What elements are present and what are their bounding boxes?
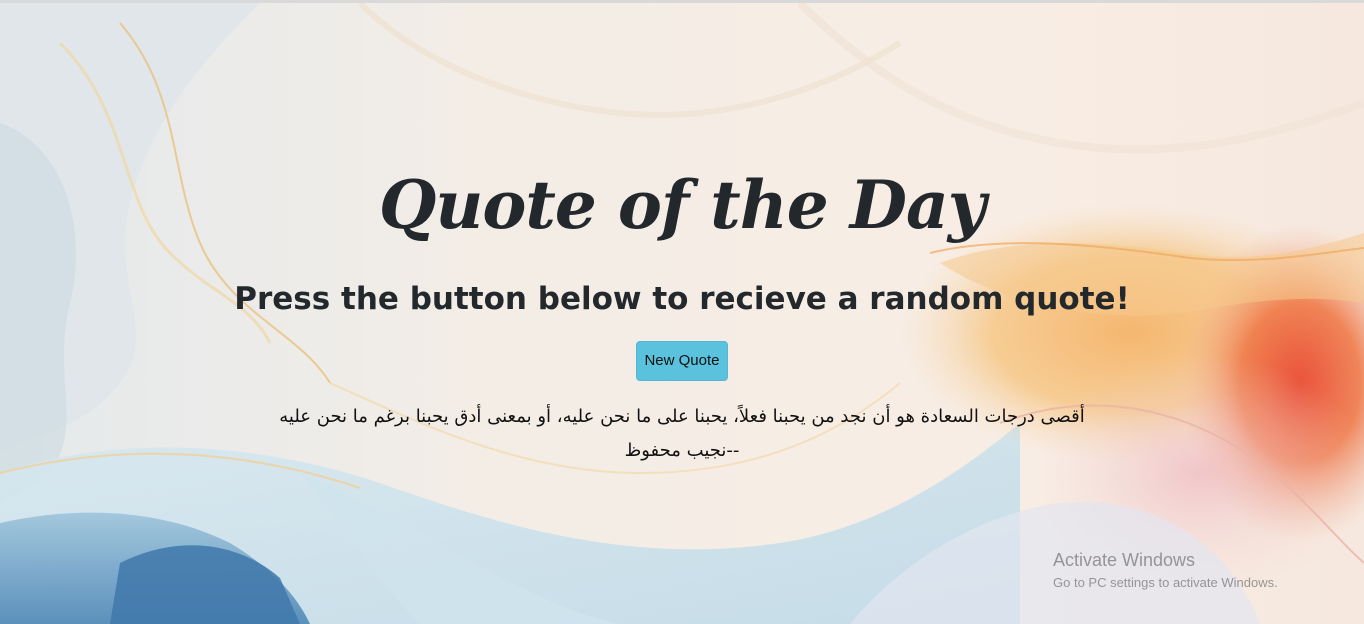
button-container: New Quote [0, 341, 1364, 381]
activate-windows-watermark: Activate Windows Go to PC settings to ac… [1053, 550, 1278, 590]
watermark-title: Activate Windows [1053, 550, 1196, 570]
quote-text: أقصى درجات السعادة هو أن نجد من يحبنا فع… [279, 406, 1085, 427]
page-subtitle: Press the button below to recieve a rand… [234, 281, 1130, 317]
page-title: Quote of the Day [378, 166, 986, 244]
quote-block: أقصى درجات السعادة هو أن نجد من يحبنا فع… [262, 400, 1102, 468]
main-content: Quote of the Day Press the button below … [0, 3, 1364, 624]
watermark-subtitle: Go to PC settings to activate Windows. [1053, 575, 1278, 590]
new-quote-button[interactable]: New Quote [636, 341, 728, 381]
quote-author: --نجيب محفوظ [624, 440, 740, 461]
